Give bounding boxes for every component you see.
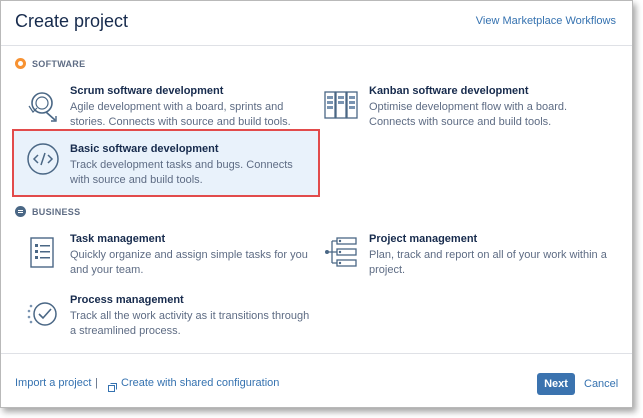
template-description: Track all the work activity as it transi… [70,310,310,337]
software-category-icon [15,58,26,69]
import-project-link[interactable]: Import a project [15,377,91,389]
template-description: Track development tasks and bugs. Connec… [70,159,293,186]
process-check-icon [25,297,59,331]
project-flow-icon [324,236,358,270]
code-icon [26,142,60,176]
next-button[interactable]: Next [537,373,575,395]
template-task-management[interactable]: Task management Quickly organize and ass… [15,232,315,284]
template-name: Basic software development [70,143,219,155]
template-process-management[interactable]: Process management Track all the work ac… [15,293,315,345]
template-description: Agile development with a board, sprints … [70,101,291,128]
kanban-board-icon [324,88,358,122]
template-name: Process management [70,294,184,306]
business-category-icon [15,206,26,217]
shared-configuration-icon [108,379,117,392]
create-project-dialog: Create project View Marketplace Workflow… [0,0,633,408]
page-title: Create project [15,11,129,31]
view-marketplace-workflows-link[interactable]: View Marketplace Workflows [476,15,616,27]
template-description: Quickly organize and assign simple tasks… [70,249,308,276]
section-software-label: SOFTWARE [32,58,86,69]
template-name: Kanban software development [369,85,529,97]
template-description: Plan, track and report on all of your wo… [369,249,607,276]
scrum-cycle-icon [25,88,59,122]
footer-separator: | [95,377,98,389]
template-name: Scrum software development [70,85,224,97]
template-list: SOFTWARE Scrum software development Agil… [1,46,632,352]
cancel-link[interactable]: Cancel [584,378,618,390]
template-project-management[interactable]: Project management Plan, track and repor… [314,232,614,284]
template-name: Task management [70,233,166,245]
template-name: Project management [369,233,478,245]
dialog-footer: Import a project | Create with shared co… [1,353,632,408]
section-business: BUSINESS [15,206,80,217]
section-business-label: BUSINESS [32,206,81,217]
checklist-icon [25,236,59,270]
section-software: SOFTWARE [15,58,85,69]
template-description: Optimise development flow with a board. … [369,101,568,128]
dialog-header: Create project View Marketplace Workflow… [1,1,632,46]
template-basic[interactable]: Basic software development Track develop… [12,129,320,197]
template-kanban[interactable]: Kanban software development Optimise dev… [314,84,614,136]
create-with-shared-configuration-link[interactable]: Create with shared configuration [121,377,279,389]
